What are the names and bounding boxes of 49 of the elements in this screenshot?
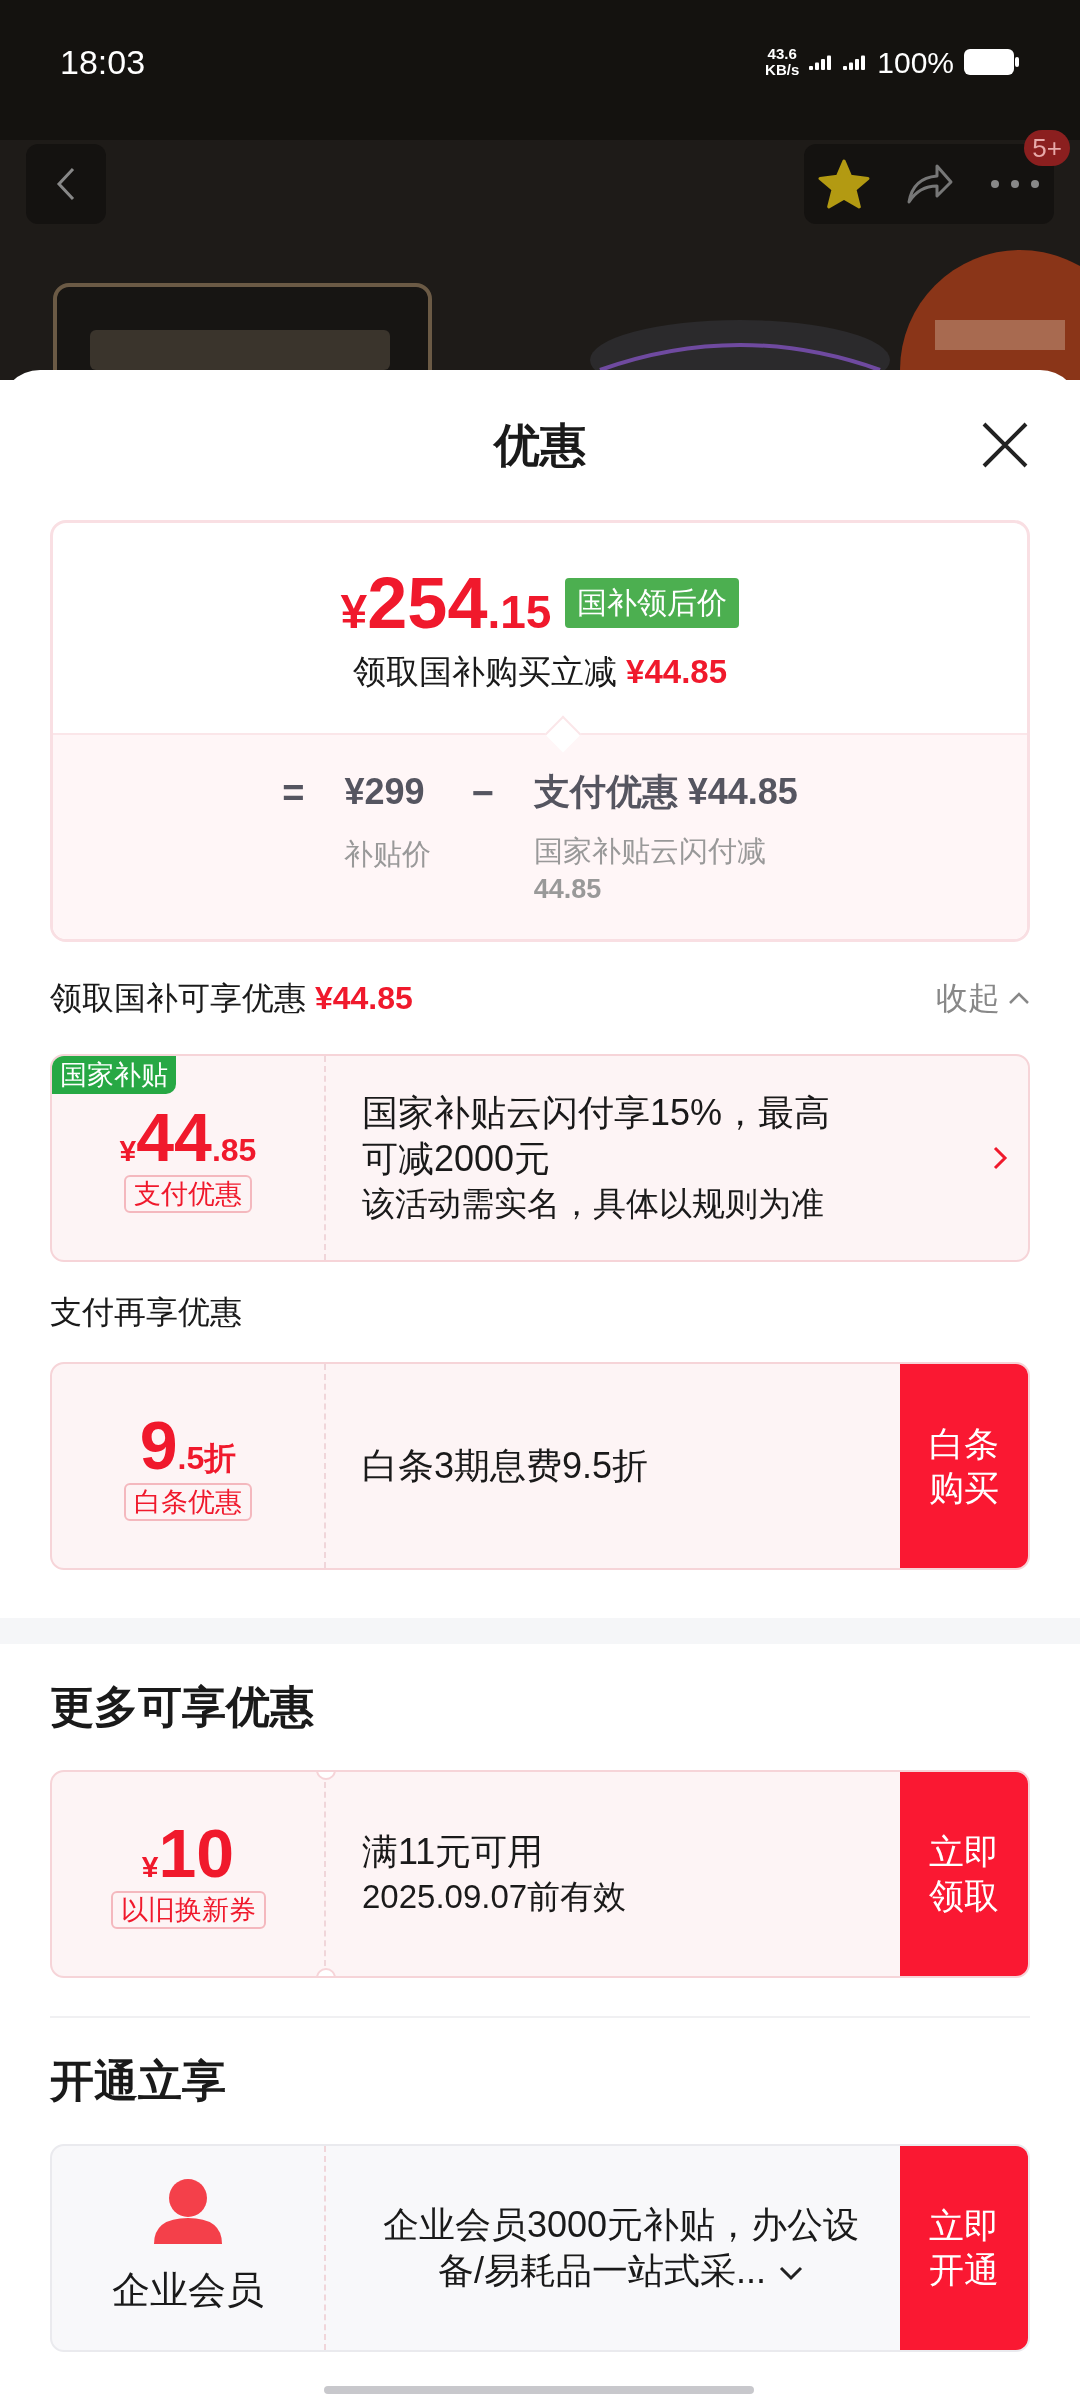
section-heading: 开通立享 — [50, 2055, 226, 2107]
member-label: 企业会员 — [112, 2267, 264, 2313]
signal-icon — [843, 54, 868, 70]
coupon-title: 满11元可用 — [362, 1830, 545, 1874]
minus-sign: − — [471, 770, 494, 816]
equals-sign: = — [282, 770, 305, 816]
final-price: ¥254.15 — [340, 567, 552, 639]
more-icon[interactable] — [990, 179, 1040, 189]
claim-button[interactable]: 立即开通 — [900, 2146, 1028, 2350]
base-price-label: 补贴价 — [344, 836, 432, 872]
coupon-amount: ¥10 — [141, 1819, 235, 1887]
coupon-note: 该活动需实名，具体以规则为准 — [362, 1184, 825, 1224]
subsidy-summary: 领取国补购买立减 ¥44.85 — [352, 652, 728, 692]
discount-note: 国家补贴云闪付减 — [533, 833, 767, 869]
chevron-right-icon[interactable] — [992, 1145, 1008, 1171]
coupon-label: 支付优惠 — [124, 1175, 252, 1213]
claim-button[interactable]: 立即领取 — [900, 1772, 1028, 1976]
back-icon — [56, 166, 76, 202]
star-icon[interactable] — [818, 159, 870, 209]
person-icon — [152, 2177, 224, 2244]
coupon-note: 2025.09.07前有效 — [362, 1877, 627, 1917]
coupon-title: 国家补贴云闪付享15%，最高可减2000元 — [362, 1091, 832, 1181]
subsidy-tag: 国家补贴 — [52, 1056, 176, 1094]
discount-note-amount: 44.85 — [533, 872, 603, 906]
price-tag: 国补领后价 — [565, 578, 740, 628]
network-speed: 43.6 KB/s — [765, 46, 800, 78]
close-icon[interactable] — [980, 420, 1030, 470]
coupon-title: 企业会员3000元补贴，办公设备/易耗品一站式采... — [381, 2203, 861, 2293]
status-time: 18:03 — [60, 41, 146, 83]
section-label: 领取国补可享优惠 ¥44.85 — [50, 979, 413, 1018]
share-icon[interactable] — [905, 162, 955, 206]
section-heading: 支付再享优惠 — [50, 1293, 242, 1332]
section-heading: 更多可享优惠 — [50, 1681, 314, 1733]
sheet-title: 优惠 — [494, 417, 586, 473]
chevron-up-icon — [1008, 991, 1030, 1005]
collapse-toggle[interactable]: 收起 — [936, 974, 1030, 1022]
coupon-amount: ¥44.85 — [119, 1103, 257, 1171]
signal-icon — [809, 54, 834, 70]
notification-badge: 5+ — [1024, 130, 1070, 166]
battery-level: 100% — [877, 44, 954, 81]
discount-amount: 支付优惠 ¥44.85 — [533, 769, 798, 814]
coupon-label: 白条优惠 — [124, 1483, 252, 1521]
claim-button[interactable]: 白条购买 — [900, 1364, 1028, 1568]
coupon-title: 白条3期息费9.5折 — [362, 1444, 649, 1488]
coupon-label: 以旧换新券 — [110, 1891, 266, 1929]
battery-icon — [964, 49, 1020, 75]
coupon-amount: 9.5折 — [139, 1411, 237, 1479]
base-price: ¥299 — [344, 769, 426, 814]
chevron-icon[interactable] — [778, 2265, 804, 2282]
